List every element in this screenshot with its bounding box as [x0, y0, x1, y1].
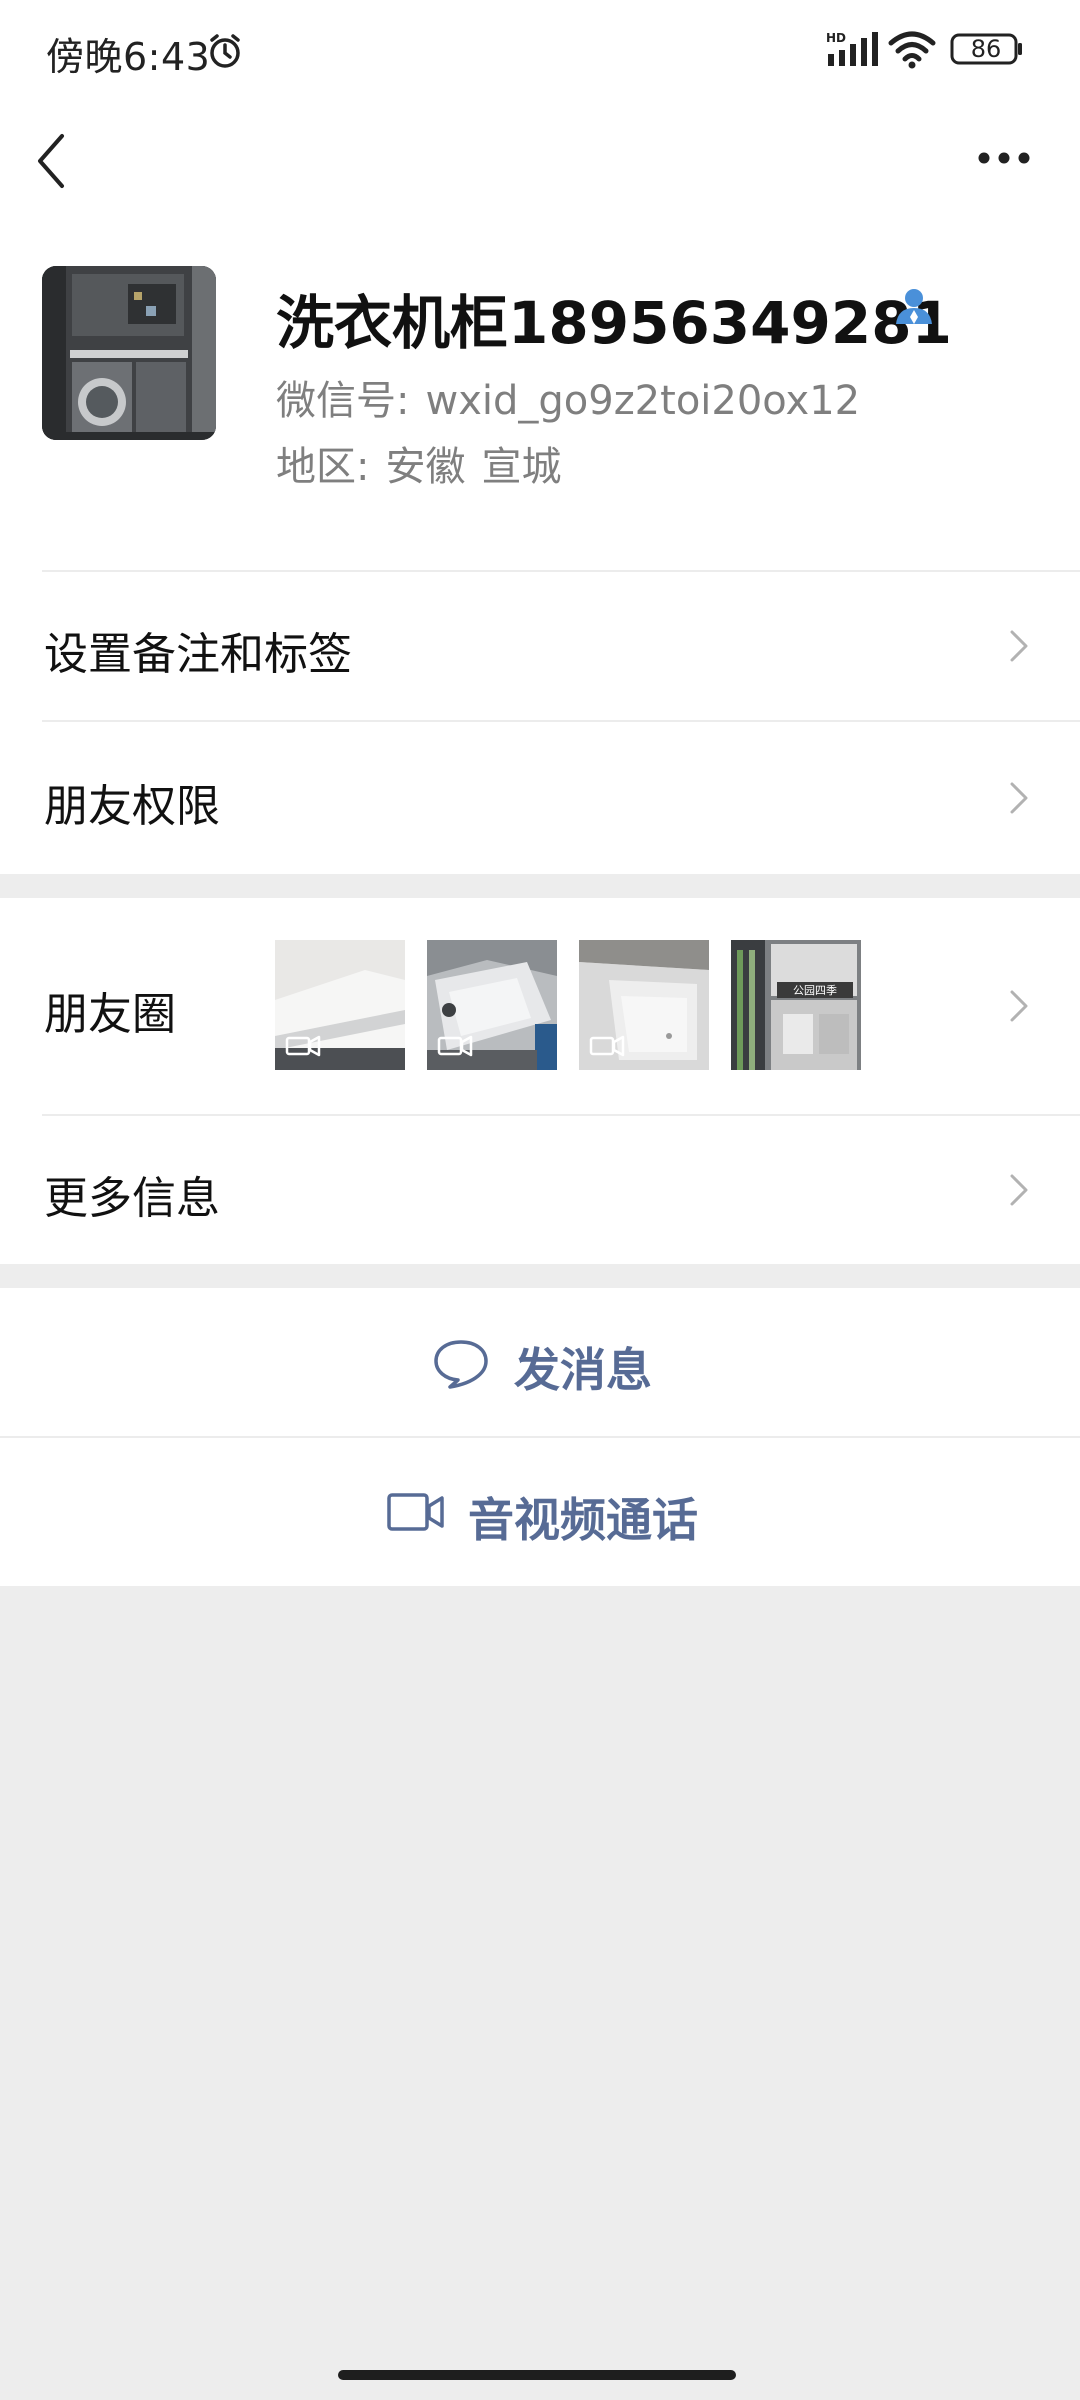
send-message-label: 发消息 [514, 1343, 652, 1397]
region-province: 安徽 [385, 444, 466, 490]
moments-label: 朋友圈 [44, 989, 176, 1040]
av-call-label: 音视频通话 [468, 1493, 698, 1547]
thumbnail-caption: 公园四季 [793, 984, 837, 997]
wechat-id: 微信号: wxid_go9z2toi20ox12 [276, 368, 860, 426]
moments-thumbnail[interactable]: 公园四季 [731, 940, 861, 1070]
region: 地区: 安徽 宣城 [276, 434, 561, 492]
cellular-signal-icon: HD [826, 30, 878, 74]
video-camera-icon [386, 1492, 446, 1536]
moments-thumbnail[interactable] [579, 940, 709, 1070]
alarm-clock-icon [206, 32, 244, 74]
more-info-row[interactable]: 更多信息 [0, 1116, 1080, 1264]
moments-thumbnail[interactable] [275, 940, 405, 1070]
remark-tags-row[interactable]: 设置备注和标签 [0, 572, 1080, 720]
friend-permissions-label: 朋友权限 [44, 781, 220, 832]
friend-permissions-row[interactable]: 朋友权限 [0, 722, 1080, 872]
avatar[interactable] [42, 266, 216, 440]
remark-tags-label: 设置备注和标签 [44, 629, 352, 680]
av-call-button[interactable]: 音视频通话 [0, 1438, 1080, 1586]
region-label: 地区: [276, 444, 370, 490]
back-arrow-icon[interactable] [34, 132, 70, 194]
status-time: 傍晚6:43 [46, 35, 211, 79]
battery-level: 86 [970, 35, 1002, 63]
wechat-id-label: 微信号: [276, 378, 410, 424]
chevron-right-icon [1008, 1172, 1030, 1212]
more-options-icon[interactable] [976, 150, 1032, 170]
moments-thumbnail[interactable] [427, 940, 557, 1070]
profile-name: 洗衣机柜18956349281 [276, 289, 952, 357]
wechat-id-value: wxid_go9z2toi20ox12 [425, 378, 861, 424]
chevron-right-icon [1008, 988, 1030, 1028]
home-indicator[interactable] [338, 2370, 736, 2380]
chevron-right-icon [1008, 628, 1030, 668]
network-type-label: HD [826, 31, 846, 45]
chevron-right-icon [1008, 780, 1030, 820]
chat-bubble-icon [432, 1338, 490, 1394]
wifi-icon [888, 30, 936, 74]
more-info-label: 更多信息 [44, 1173, 220, 1224]
send-message-button[interactable]: 发消息 [0, 1288, 1080, 1436]
status-bar: 傍晚6:43 HD 86 [0, 0, 1080, 100]
contact-person-icon [892, 284, 936, 332]
nav-bar [0, 110, 1080, 210]
region-city: 宣城 [481, 444, 562, 490]
